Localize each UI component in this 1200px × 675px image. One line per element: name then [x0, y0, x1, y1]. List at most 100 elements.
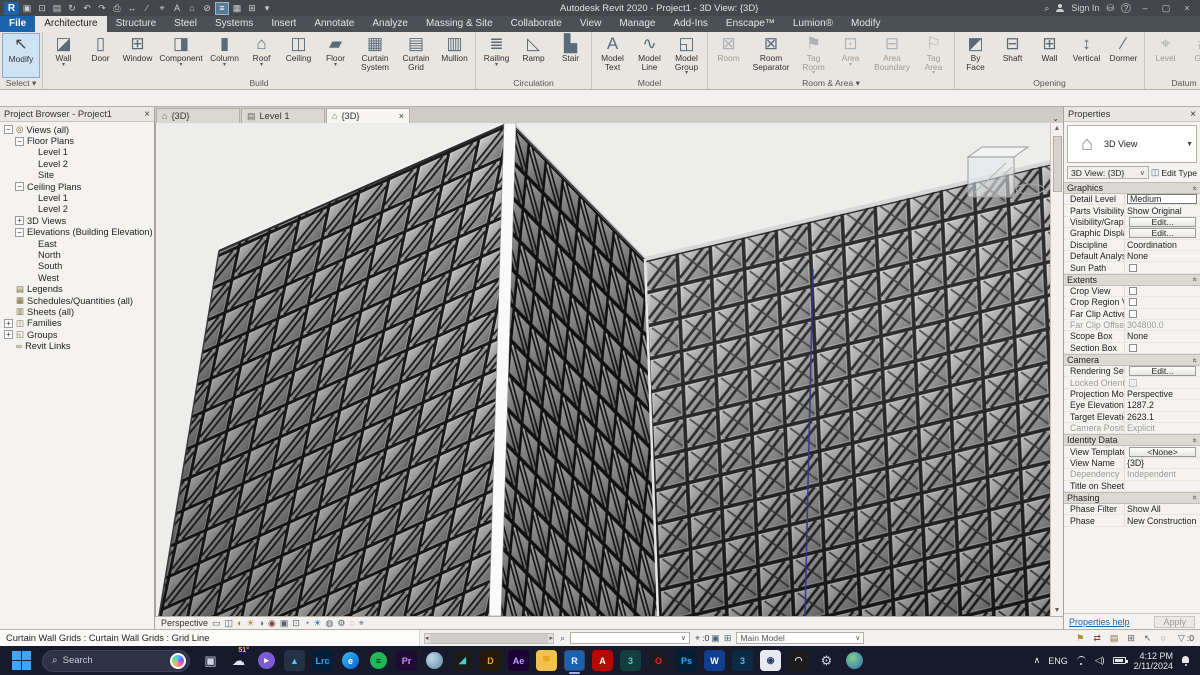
edit-button[interactable]: Edit... [1129, 228, 1196, 239]
section-camera[interactable]: Camera « [1064, 354, 1200, 367]
wall-button[interactable]: ⊞ Wall [1031, 33, 1068, 63]
reveal-hidden-icon[interactable]: ☀ [313, 618, 321, 629]
detail-level-icon[interactable]: ◫ [225, 618, 234, 629]
3dsmax3-icon[interactable]: 3 [732, 650, 753, 671]
close-hidden-icon[interactable]: ▦ [230, 2, 244, 15]
room-separator-button[interactable]: ⊠ Room Separator [747, 33, 795, 71]
premiere-icon[interactable]: Pr [396, 650, 417, 671]
view-tab-3d[interactable]: ⌂ {3D} [156, 108, 240, 123]
dropdown-arrow-icon[interactable]: ▾ [179, 62, 182, 68]
window-icon[interactable]: ▣ [20, 2, 34, 15]
curtain-system-button[interactable]: ▦ Curtain System [354, 33, 396, 71]
section-phasing[interactable]: Phasing « [1064, 491, 1200, 504]
tree-item-schedules-quantities-all-[interactable]: ▦ Schedules/Quantities (all) [0, 295, 154, 306]
worksharing-display-icon[interactable]: ⚑ [1074, 633, 1086, 644]
modify-button[interactable]: ↖ Modify [2, 33, 40, 78]
photos-app-icon[interactable]: ▲ [284, 650, 305, 671]
tree-item-level-2[interactable]: Level 2 [0, 204, 154, 215]
ramp-button[interactable]: ◺ Ramp [515, 33, 552, 63]
collapse-section-icon[interactable]: « [1190, 438, 1199, 442]
dropdown-arrow-icon[interactable]: ▾ [812, 70, 815, 76]
collapse-section-icon[interactable]: « [1190, 278, 1199, 282]
collapse-icon[interactable]: − [15, 182, 24, 192]
switch-windows-icon[interactable]: ⊞ [245, 2, 259, 15]
tree-item-families[interactable]: + ◫ Families [0, 318, 154, 329]
dropdown-arrow-icon[interactable]: ▾ [495, 62, 498, 68]
wall-button[interactable]: ◪ Wall ▾ [45, 33, 82, 68]
column-button[interactable]: ▮ Column ▾ [206, 33, 243, 68]
taskbar-search[interactable]: ⌕ Search [42, 649, 190, 672]
section-icon[interactable]: ⊘ [200, 2, 214, 15]
tab-collaborate[interactable]: Collaborate [502, 16, 571, 32]
editing-requests-icon[interactable]: ⇄ [1091, 633, 1103, 644]
tree-item-3d-views[interactable]: +3D Views [0, 215, 154, 226]
render-icon[interactable]: ◉ [268, 618, 276, 629]
refresh-icon[interactable]: ○ [1158, 633, 1167, 643]
default-3d-view-icon[interactable]: ⌂ [185, 2, 199, 15]
project-browser-close-icon[interactable]: × [144, 109, 150, 120]
redo-icon[interactable]: ↷ [95, 2, 109, 15]
weather-icon[interactable]: ☁ 51° [228, 647, 249, 671]
affinity-icon[interactable]: ◠ [788, 650, 809, 671]
collapse-icon[interactable]: − [15, 227, 24, 237]
start-button[interactable] [10, 650, 32, 672]
customize-qat-icon[interactable]: ▾ [260, 2, 274, 15]
binoculars-icon[interactable]: ⌕ [558, 633, 567, 644]
tree-item-level-1[interactable]: Level 1 [0, 147, 154, 158]
notifications-icon[interactable] [1181, 656, 1190, 666]
photoshop-icon[interactable]: Ps [676, 650, 697, 671]
tab-insert[interactable]: Insert [262, 16, 305, 32]
tree-item-level-2[interactable]: Level 2 [0, 158, 154, 169]
view-tab-3d[interactable]: ⌂ {3D} × [326, 108, 410, 123]
displacement-icon[interactable]: ◌ [349, 618, 354, 629]
tree-item-views-all-[interactable]: − ◎ Views (all) [0, 124, 154, 135]
store-cart-icon[interactable]: ⛁ [1106, 3, 1114, 14]
shadows-icon[interactable]: ◑ [259, 618, 264, 629]
model-group-button[interactable]: ◱ Model Group ▾ [668, 33, 705, 76]
collapse-section-icon[interactable]: « [1190, 496, 1199, 500]
vertical-scrollbar[interactable]: ▲ ▼ [1050, 123, 1063, 616]
roof-button[interactable]: ⌂ Roof ▾ [243, 33, 280, 68]
tree-item-elevations-building-elevation-[interactable]: − Elevations (Building Elevation) [0, 227, 154, 238]
3dsmax2-icon[interactable]: 3 [620, 650, 641, 671]
video-app-icon[interactable]: ▸ [256, 650, 277, 671]
revit-icon[interactable]: R [564, 650, 585, 674]
dropdown-arrow-icon[interactable]: ▾ [685, 70, 688, 76]
opera-icon[interactable]: O [648, 650, 669, 671]
tree-item-south[interactable]: South [0, 261, 154, 272]
expand-icon[interactable]: + [4, 318, 13, 328]
shaft-button[interactable]: ⊟ Shaft [994, 33, 1031, 63]
tab-systems[interactable]: Systems [206, 16, 262, 32]
edit-button[interactable]: Edit... [1129, 216, 1196, 227]
edit-button[interactable]: Edit... [1129, 366, 1196, 377]
dormer-button[interactable]: ∕ Dormer [1105, 33, 1142, 63]
minimize-button[interactable]: – [1138, 3, 1152, 13]
tree-item-site[interactable]: Site [0, 170, 154, 181]
edit-button[interactable]: <None> [1129, 446, 1196, 457]
wifi-icon[interactable] [1076, 656, 1087, 665]
select-toggle-icon[interactable]: ↖ [1142, 633, 1154, 644]
view-tab-list-icon[interactable]: ⌄ [1048, 114, 1063, 123]
close-button[interactable]: × [1180, 3, 1194, 13]
link-icon[interactable]: ⊞ [722, 633, 734, 644]
undo-icon[interactable]: ↶ [80, 2, 94, 15]
railing-button[interactable]: ≣ Railing ▾ [478, 33, 515, 68]
worksets-icon[interactable]: ▤ [1108, 633, 1121, 644]
stair-button[interactable]: ▙ Stair [552, 33, 589, 63]
dropdown-arrow-icon[interactable]: ▾ [334, 62, 337, 68]
spotify-icon[interactable]: ≡ [368, 650, 389, 671]
sign-in-button[interactable]: Sign In [1071, 3, 1099, 13]
checkbox[interactable] [1129, 286, 1137, 295]
scrollbar-thumb[interactable] [429, 633, 549, 643]
scale-icon[interactable]: ▭ [212, 618, 221, 629]
section-extents[interactable]: Extents « [1064, 273, 1200, 286]
floor-button[interactable]: ▰ Floor ▾ [317, 33, 354, 68]
edge-icon[interactable]: e [340, 650, 361, 671]
visual-style-icon[interactable]: ◐ [237, 618, 242, 629]
task-view-icon[interactable]: ▣ [200, 650, 221, 671]
dropdown-arrow-icon[interactable]: ▾ [260, 62, 263, 68]
sun-path-icon[interactable]: ☀ [247, 618, 255, 629]
properties-help-link[interactable]: Properties help [1069, 617, 1130, 627]
scroll-up-icon[interactable]: ▲ [1054, 123, 1061, 134]
design-options-dropdown[interactable]: Main Model ∨ [736, 632, 865, 644]
